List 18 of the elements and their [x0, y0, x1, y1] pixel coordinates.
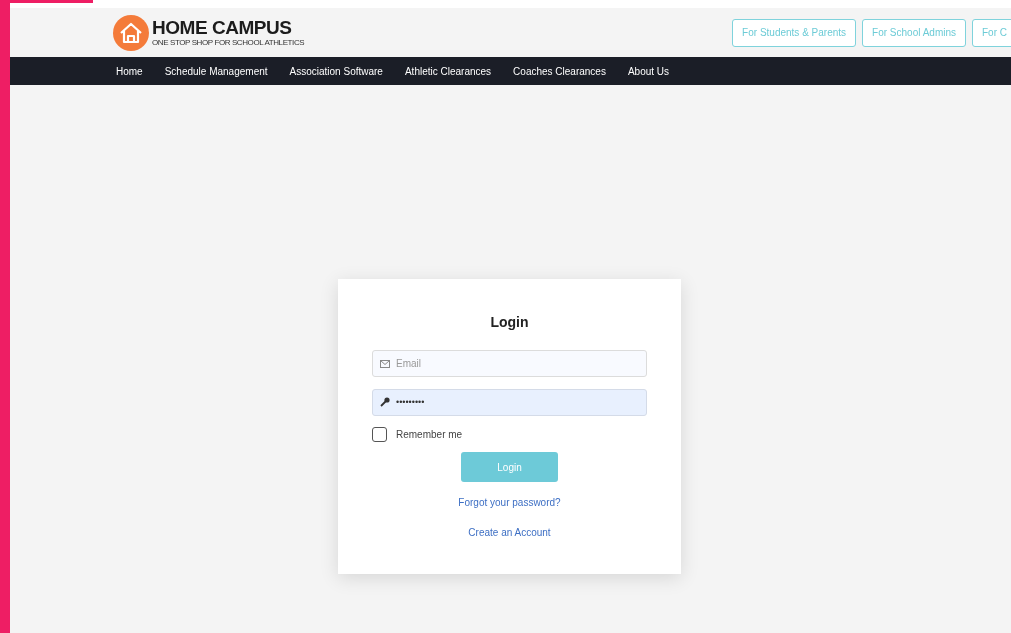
logo-title: HOME CAMPUS	[152, 18, 293, 37]
logo-tagline: ONE STOP SHOP FOR SCHOOL ATHLETICS	[152, 39, 305, 47]
nav-link[interactable]: About Us	[627, 63, 670, 79]
key-icon	[380, 397, 390, 407]
nav-link[interactable]: Association Software	[289, 63, 383, 79]
create-account-link[interactable]: Create an Account	[468, 525, 551, 540]
remember-label: Remember me	[396, 428, 463, 442]
nav-link[interactable]: Home	[116, 63, 143, 79]
nav-link[interactable]: Schedule Management	[164, 63, 268, 79]
remember-checkbox[interactable]	[372, 427, 387, 442]
password-field[interactable]: •••••••••	[372, 388, 647, 416]
email-field[interactable]: Email	[372, 350, 647, 377]
nav-link[interactable]: Athletic Clearances	[404, 63, 492, 79]
envelope-icon	[380, 360, 390, 368]
forgot-password-link[interactable]: Forgot your password?	[458, 495, 561, 510]
login-title: Login	[490, 313, 529, 332]
house-logo-icon	[113, 14, 149, 51]
nav-link[interactable]: Coaches Clearances	[513, 63, 606, 79]
